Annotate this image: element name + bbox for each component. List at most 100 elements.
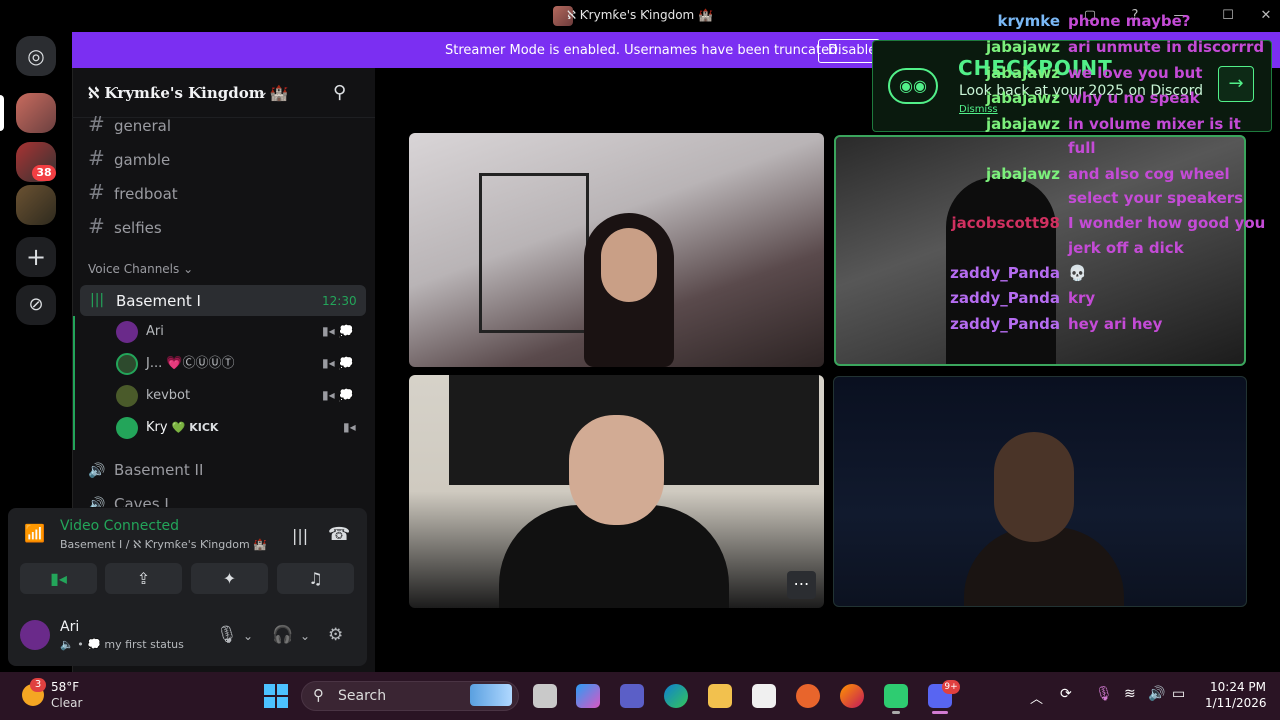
chat-message: krymke phone maybe? — [997, 12, 1191, 30]
add-server-icon[interactable]: + — [16, 237, 56, 277]
wifi-icon[interactable]: ≋ — [1124, 686, 1136, 702]
microphone-icon[interactable]: 🎙 — [1095, 686, 1113, 702]
activities-button[interactable]: ✦ — [191, 563, 268, 594]
user-status[interactable]: 🔈 • 💭 my first status — [60, 638, 184, 651]
hash-icon: # — [88, 112, 105, 136]
speaker-icon: 🔊 — [88, 463, 106, 479]
video-background — [479, 173, 589, 333]
chevron-down-icon[interactable]: ⌄ — [300, 629, 310, 643]
chevron-up-icon[interactable]: ︿ — [1030, 688, 1043, 707]
task-view-icon[interactable] — [533, 684, 557, 708]
video-tile-1[interactable] — [409, 133, 824, 367]
camera-icon: ▮◂ 💭 — [322, 356, 354, 370]
chevron-down-icon[interactable]: ⌄ — [243, 629, 253, 643]
voice-subtitle[interactable]: Basement I / ℵ Ƙrymƙe's Ƙingdom 🏰 — [60, 538, 267, 551]
chat-message: zaddy_Panda hey ari hey — [950, 315, 1163, 333]
avatar — [116, 320, 138, 343]
hash-icon: # — [88, 180, 105, 204]
server-icon-3[interactable] — [16, 185, 56, 225]
voice-member-kry[interactable]: Kry 💚 KICK — [116, 413, 218, 443]
camera-icon: ▮◂ 💭 — [322, 324, 354, 338]
battery-icon[interactable]: ▭ — [1172, 686, 1185, 702]
active-app-indicator — [932, 711, 948, 714]
speaker-icon: 🔊 — [88, 497, 106, 507]
camera-icon: ▮◂ 💭 — [322, 388, 354, 402]
headphones-icon[interactable]: 🎧 — [272, 625, 293, 645]
camera-button[interactable]: ▮◂ — [20, 563, 97, 594]
participant-face — [994, 432, 1074, 542]
voice-status: Video Connected — [60, 518, 180, 534]
microphone-icon[interactable]: 🎙 — [216, 625, 238, 645]
voice-active-icon: ||| — [90, 292, 105, 308]
screen-share-button[interactable]: ⇪ — [105, 563, 182, 594]
active-server-indicator — [0, 95, 4, 131]
hash-icon: # — [88, 214, 105, 238]
streamer-mode-text: Streamer Mode is enabled. Usernames have… — [445, 43, 842, 58]
store-icon[interactable] — [752, 684, 776, 708]
video-tile-3[interactable]: ⋯ — [409, 375, 824, 608]
chat-message: select your speakers — [1068, 189, 1244, 207]
avatar — [116, 416, 138, 439]
chat-message: jerk off a dick — [1068, 239, 1184, 257]
volume-icon[interactable]: 🔊 — [1148, 686, 1165, 702]
camera-icon: ▮◂ — [343, 420, 356, 434]
voice-channel-label: Basement I — [116, 292, 201, 310]
user-avatar[interactable] — [20, 620, 50, 650]
clock-date[interactable]: 1/11/2026 — [1205, 696, 1267, 710]
voice-member-kevbot[interactable]: kevbot — [116, 381, 190, 411]
channel-selfies[interactable]: # selfies — [88, 211, 363, 241]
more-options-button[interactable]: ⋯ — [787, 571, 816, 599]
hash-icon: # — [88, 146, 105, 170]
avatar — [116, 352, 138, 375]
discover-icon[interactable]: ⊘ — [16, 285, 56, 325]
chat-message: jabajawz in volume mixer is it — [986, 115, 1241, 133]
disconnect-icon[interactable]: ☎ — [328, 524, 350, 545]
soundboard-button[interactable]: ♫ — [277, 563, 354, 594]
video-tile-4[interactable] — [833, 376, 1247, 607]
server-badge: 38 — [32, 165, 56, 181]
disable-streamer-button[interactable]: Disable — [818, 39, 880, 63]
channel-fredboat[interactable]: # fredboat — [88, 177, 363, 207]
voice-member-j[interactable]: J... 💗ⒸⓊⓊⓉ — [116, 349, 235, 379]
voice-channels-header[interactable]: Voice Channels ⌄ — [88, 262, 193, 276]
chat-message: jabajawz we love you but — [986, 64, 1203, 82]
participant-face — [601, 228, 657, 302]
participant-face — [569, 415, 664, 525]
weather-desc[interactable]: Clear — [51, 696, 82, 710]
chevron-down-icon[interactable]: ⌄ — [257, 84, 269, 100]
voice-channel-basement-ii[interactable]: 🔊 Basement II — [88, 455, 363, 485]
clock-time[interactable]: 10:24 PM — [1210, 680, 1266, 694]
voice-connected-line — [73, 316, 75, 450]
voice-timer: 12:30 — [322, 294, 357, 308]
game-app-icon[interactable] — [884, 684, 908, 708]
channel-general[interactable]: # general — [88, 109, 363, 139]
noise-suppression-icon[interactable]: ||| — [292, 526, 308, 545]
copilot-icon[interactable] — [576, 684, 600, 708]
discord-home-icon[interactable]: ◎ — [16, 36, 56, 76]
invite-people-icon[interactable]: ⚲ — [333, 82, 346, 103]
discord-badge: 9+ — [942, 680, 960, 694]
firefox-icon[interactable] — [840, 684, 864, 708]
windows-start-icon[interactable] — [264, 684, 288, 708]
weather-temp[interactable]: 58°F — [51, 680, 79, 694]
user-name[interactable]: Ari — [60, 619, 79, 635]
edge-icon[interactable] — [664, 684, 688, 708]
search-label: Search — [338, 688, 387, 704]
server-icon-kingdom[interactable] — [16, 93, 56, 133]
search-icon: ⚲ — [313, 686, 324, 704]
running-indicator — [892, 711, 900, 714]
chat-message: jacobscott98 I wonder how good you — [951, 214, 1266, 232]
teams-icon[interactable] — [620, 684, 644, 708]
gear-icon[interactable]: ⚙ — [328, 625, 343, 645]
channel-gamble[interactable]: # gamble — [88, 143, 363, 173]
file-explorer-icon[interactable] — [708, 684, 732, 708]
chat-message: full — [1068, 139, 1096, 157]
chat-message: jabajawz ari unmute in discorrrd — [986, 38, 1265, 56]
app-icon[interactable] — [796, 684, 820, 708]
voice-member-ari[interactable]: Ari — [116, 317, 164, 347]
signal-icon[interactable]: 📶 — [24, 524, 45, 544]
weather-badge: 3 — [30, 678, 46, 692]
voice-channel-caves-i[interactable]: 🔊 Caves I — [88, 489, 363, 507]
chat-message: zaddy_Panda kry — [950, 289, 1096, 307]
sync-icon[interactable]: ⟳ — [1060, 686, 1072, 702]
